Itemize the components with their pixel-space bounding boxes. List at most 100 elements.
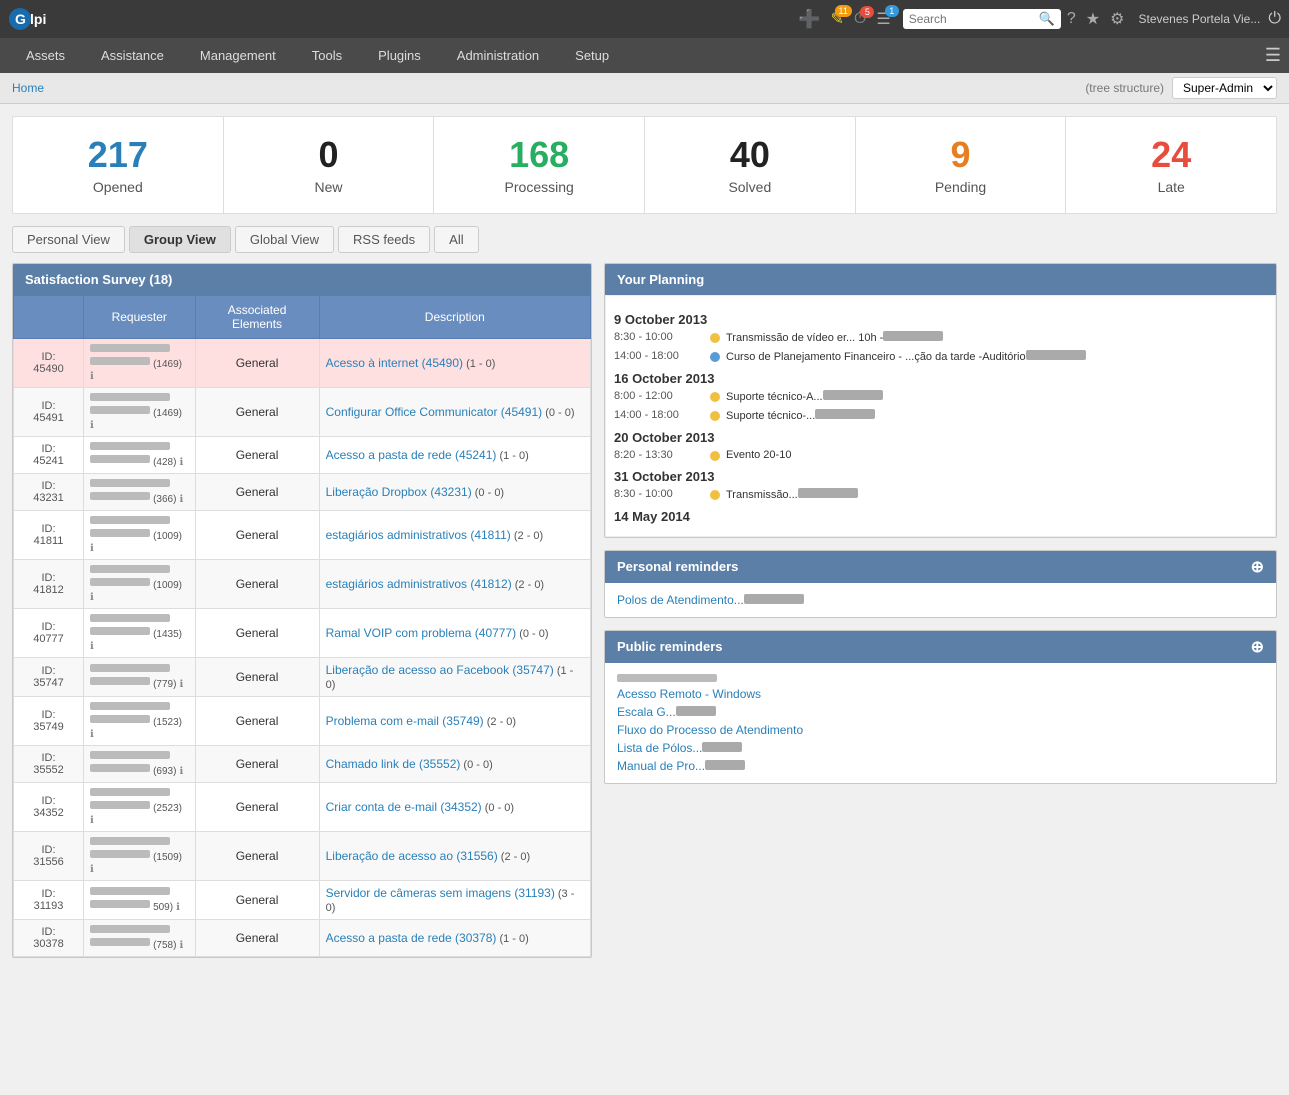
personal-reminders-header: Personal reminders ⊕ bbox=[605, 551, 1276, 583]
stat-pending[interactable]: 9 Pending bbox=[856, 117, 1067, 213]
info-icon[interactable]: ℹ bbox=[90, 815, 94, 826]
hamburger-icon[interactable]: ☰ bbox=[1265, 45, 1281, 66]
info-icon[interactable]: ℹ bbox=[90, 543, 94, 554]
nav-assistance[interactable]: Assistance bbox=[83, 38, 182, 73]
planning-item-text[interactable]: Suporte técnico-... bbox=[726, 409, 875, 422]
info-icon[interactable]: ℹ bbox=[179, 457, 183, 468]
settings-icon[interactable]: ⚙ bbox=[1106, 7, 1128, 31]
desc-extra: (0 - 0) bbox=[460, 759, 492, 771]
nav-management[interactable]: Management bbox=[182, 38, 294, 73]
row-associated: General bbox=[195, 919, 319, 956]
info-icon[interactable]: ℹ bbox=[90, 864, 94, 875]
stat-pending-number: 9 bbox=[866, 135, 1056, 175]
home-link[interactable]: Home bbox=[12, 81, 44, 95]
personal-reminders-add-icon[interactable]: ⊕ bbox=[1251, 557, 1264, 577]
description-link[interactable]: Acesso a pasta de rede (45241) bbox=[326, 448, 497, 462]
row-requester: (1469) ℹ bbox=[84, 338, 196, 387]
planning-item-text[interactable]: Evento 20-10 bbox=[726, 449, 791, 461]
planning-item-text[interactable]: Curso de Planejamento Financeiro - ...çã… bbox=[726, 350, 1086, 363]
info-icon[interactable]: ℹ bbox=[179, 766, 183, 777]
row-id: ID:41811 bbox=[14, 510, 84, 559]
planning-time: 14:00 - 18:00 bbox=[614, 350, 704, 362]
info-icon[interactable]: ℹ bbox=[90, 420, 94, 431]
description-link[interactable]: Ramal VOIP com problema (40777) bbox=[326, 626, 517, 640]
role-select[interactable]: Super-Admin bbox=[1172, 77, 1277, 99]
nav-assets[interactable]: Assets bbox=[8, 38, 83, 73]
info-icon[interactable]: ℹ bbox=[176, 902, 180, 913]
table-row: ID:45490 (1469) ℹGeneralAcesso à interne… bbox=[14, 338, 591, 387]
planning-date: 14 May 2014 bbox=[614, 509, 1267, 524]
table-row: ID:30378 (758) ℹGeneralAcesso a pasta de… bbox=[14, 919, 591, 956]
info-icon[interactable]: ℹ bbox=[90, 592, 94, 603]
favorites-icon[interactable]: ★ bbox=[1082, 7, 1104, 31]
planning-item-text[interactable]: Transmissão... bbox=[726, 488, 858, 501]
public-reminder-item[interactable]: Escala G... bbox=[617, 703, 1264, 721]
tab-all[interactable]: All bbox=[434, 226, 478, 253]
add-icon[interactable]: ➕ bbox=[794, 7, 824, 32]
description-link[interactable]: Chamado link de (35552) bbox=[326, 757, 461, 771]
nav-plugins[interactable]: Plugins bbox=[360, 38, 439, 73]
public-reminder-item[interactable]: Acesso Remoto - Windows bbox=[617, 685, 1264, 703]
description-link[interactable]: Liberação Dropbox (43231) bbox=[326, 485, 472, 499]
planning-item-text[interactable]: Suporte técnico-A... bbox=[726, 390, 883, 403]
description-link[interactable]: Acesso a pasta de rede (30378) bbox=[326, 931, 497, 945]
description-link[interactable]: Servidor de câmeras sem imagens (31193) bbox=[326, 886, 555, 900]
search-input[interactable] bbox=[909, 12, 1039, 26]
desc-extra: (0 - 0) bbox=[516, 628, 548, 640]
stat-processing[interactable]: 168 Processing bbox=[434, 117, 645, 213]
planning-item-text[interactable]: Transmissão de vídeo er... 10h - bbox=[726, 331, 943, 344]
personal-reminder-item[interactable]: Polos de Atendimento... bbox=[617, 591, 1264, 609]
tasks-icon[interactable]: ✎ 11 bbox=[826, 7, 847, 31]
nav-tools[interactable]: Tools bbox=[294, 38, 360, 73]
nav-administration[interactable]: Administration bbox=[439, 38, 557, 73]
row-id: ID:31556 bbox=[14, 831, 84, 880]
help-icon[interactable]: ? bbox=[1063, 8, 1080, 30]
tab-personal-view[interactable]: Personal View bbox=[12, 226, 125, 253]
description-link[interactable]: Configurar Office Communicator (45491) bbox=[326, 405, 543, 419]
info-icon[interactable]: ℹ bbox=[90, 729, 94, 740]
app-logo[interactable]: G lpi bbox=[8, 3, 68, 35]
tab-global-view[interactable]: Global View bbox=[235, 226, 334, 253]
row-associated: General bbox=[195, 559, 319, 608]
public-reminder-item[interactable]: Fluxo do Processo de Atendimento bbox=[617, 721, 1264, 739]
stat-opened[interactable]: 217 Opened bbox=[13, 117, 224, 213]
description-link[interactable]: Liberação de acesso ao (31556) bbox=[326, 849, 498, 863]
description-link[interactable]: Acesso à internet (45490) bbox=[326, 356, 463, 370]
info-icon[interactable]: ℹ bbox=[179, 940, 183, 951]
stat-new[interactable]: 0 New bbox=[224, 117, 435, 213]
row-id: ID:35747 bbox=[14, 657, 84, 696]
description-link[interactable]: Liberação de acesso ao Facebook (35747) bbox=[326, 663, 554, 677]
public-reminders-add-icon[interactable]: ⊕ bbox=[1251, 637, 1264, 657]
tab-rss-feeds[interactable]: RSS feeds bbox=[338, 226, 430, 253]
nav-setup[interactable]: Setup bbox=[557, 38, 627, 73]
description-link[interactable]: Criar conta de e-mail (34352) bbox=[326, 800, 482, 814]
stat-solved[interactable]: 40 Solved bbox=[645, 117, 856, 213]
row-requester: (1009) ℹ bbox=[84, 510, 196, 559]
description-link[interactable]: estagiários administrativos (41811) bbox=[326, 528, 511, 542]
power-icon[interactable]: ⏻ bbox=[1268, 10, 1281, 28]
search-icon[interactable]: 🔍 bbox=[1039, 11, 1055, 27]
planning-date: 16 October 2013 bbox=[614, 371, 1267, 386]
row-associated: General bbox=[195, 338, 319, 387]
info-icon[interactable]: ℹ bbox=[179, 494, 183, 505]
stat-late[interactable]: 24 Late bbox=[1066, 117, 1276, 213]
info-icon[interactable]: ℹ bbox=[179, 679, 183, 690]
stat-pending-label: Pending bbox=[866, 179, 1056, 195]
row-associated: General bbox=[195, 608, 319, 657]
info-icon[interactable]: ℹ bbox=[90, 371, 94, 382]
description-link[interactable]: Problema com e-mail (35749) bbox=[326, 714, 484, 728]
row-description: Liberação de acesso ao (31556) (2 - 0) bbox=[319, 831, 590, 880]
public-reminder-item[interactable]: Lista de Pólos... bbox=[617, 739, 1264, 757]
tab-group-view[interactable]: Group View bbox=[129, 226, 231, 253]
public-reminder-item[interactable]: Manual de Pro... bbox=[617, 757, 1264, 775]
row-id: ID:45491 bbox=[14, 387, 84, 436]
table-row: ID:45241 (428) ℹGeneralAcesso a pasta de… bbox=[14, 436, 591, 473]
description-link[interactable]: estagiários administrativos (41812) bbox=[326, 577, 512, 591]
planning-panel: Your Planning 9 October 20138:30 - 10:00… bbox=[604, 263, 1277, 538]
row-associated: General bbox=[195, 657, 319, 696]
svg-text:G: G bbox=[15, 11, 26, 27]
messages-icon[interactable]: ☰ 1 bbox=[872, 7, 894, 31]
clock-icon[interactable]: ⏱ 5 bbox=[850, 8, 870, 30]
topbar: G lpi ➕ ✎ 11 ⏱ 5 ☰ 1 🔍 ? ★ ⚙ Stevenes Po bbox=[0, 0, 1289, 38]
info-icon[interactable]: ℹ bbox=[90, 641, 94, 652]
